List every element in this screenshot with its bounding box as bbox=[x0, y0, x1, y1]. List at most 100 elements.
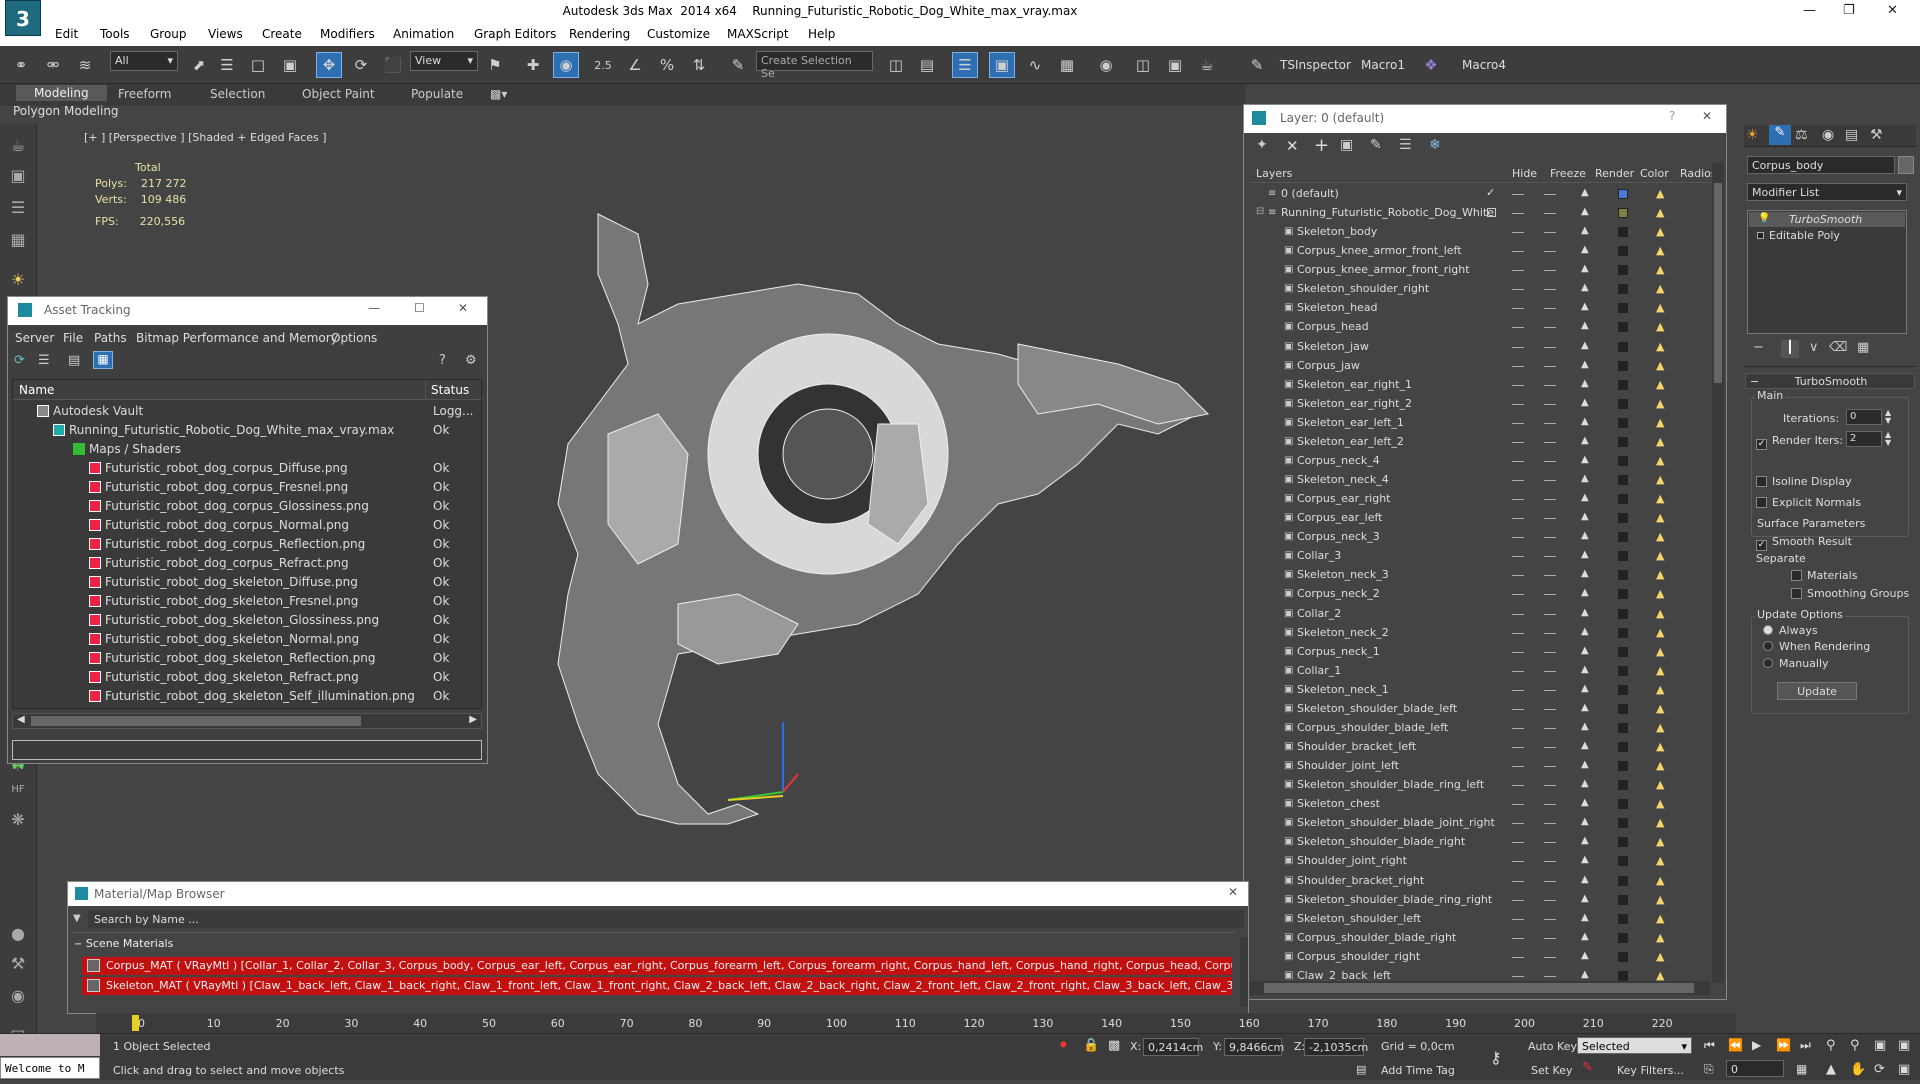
radiosity-icon[interactable]: ▲ bbox=[1656, 321, 1668, 333]
hide-toggle[interactable] bbox=[1512, 365, 1524, 367]
layer-color-swatch[interactable] bbox=[1618, 284, 1628, 295]
layer-color-swatch[interactable] bbox=[1618, 684, 1628, 695]
layer-color-swatch[interactable] bbox=[1618, 970, 1628, 981]
layer-color-swatch[interactable] bbox=[1618, 627, 1628, 638]
layer-row[interactable]: ▣ Skeleton_ear_right_1 ▲ ▲ bbox=[1254, 376, 1714, 395]
teapot-icon[interactable]: ☕ bbox=[6, 136, 30, 160]
hide-toggle[interactable] bbox=[1512, 918, 1524, 920]
list-view-icon[interactable]: ☰ bbox=[38, 353, 50, 368]
layer-color-swatch[interactable] bbox=[1618, 589, 1628, 600]
radiosity-icon[interactable]: ▲ bbox=[1656, 855, 1668, 867]
layer-row[interactable]: ▣ Skeleton_shoulder_blade_ring_left ▲ ▲ bbox=[1254, 776, 1714, 795]
radiosity-icon[interactable]: ▲ bbox=[1656, 512, 1668, 524]
grid-icon[interactable]: ▦ bbox=[6, 230, 30, 254]
modify-tab-icon[interactable]: ✎ bbox=[1769, 125, 1791, 145]
material-row[interactable]: Corpus_MAT ( VRayMtl ) [Collar_1, Collar… bbox=[82, 957, 1232, 975]
radiosity-icon[interactable]: ▲ bbox=[1656, 245, 1668, 257]
tsinspector-icon[interactable]: ✎ bbox=[1244, 52, 1270, 78]
hide-toggle[interactable] bbox=[1512, 937, 1524, 939]
render-teapot-icon[interactable]: ▲ bbox=[1581, 817, 1591, 827]
named-selection-input[interactable]: Create Selection Se bbox=[756, 51, 873, 80]
auto-key-button[interactable]: Auto Key bbox=[1528, 1040, 1577, 1053]
layer-color-swatch[interactable] bbox=[1618, 780, 1628, 791]
orbit-icon[interactable]: ⟳ bbox=[1874, 1062, 1885, 1077]
scene-materials-group[interactable]: − Scene Materials bbox=[74, 937, 173, 950]
hide-toggle[interactable] bbox=[1512, 499, 1524, 501]
hide-toggle[interactable] bbox=[1512, 403, 1524, 405]
viewport-label[interactable]: [+ ] [Perspective ] [Shaded + Edged Face… bbox=[84, 131, 327, 144]
radiosity-icon[interactable]: ▲ bbox=[1656, 340, 1668, 353]
render-teapot-icon[interactable]: ▲ bbox=[1581, 893, 1591, 904]
radiosity-icon[interactable]: ▲ bbox=[1656, 226, 1668, 238]
hide-toggle[interactable] bbox=[1512, 670, 1524, 672]
render-iters-toggle[interactable]: ✓ Render Iters: bbox=[1756, 434, 1843, 450]
menu-animation[interactable]: Animation bbox=[393, 27, 454, 41]
layer-row[interactable]: ▣ Collar_2 ▲ ▲ bbox=[1254, 605, 1714, 624]
render-teapot-icon[interactable]: ▲ bbox=[1581, 645, 1591, 656]
goto-start-icon[interactable]: ⏮ bbox=[1704, 1038, 1715, 1053]
menu-graph-editors[interactable]: Graph Editors bbox=[474, 27, 556, 41]
layer-row[interactable]: ▣ Corpus_knee_armor_front_left ▲ ▲ bbox=[1254, 242, 1714, 261]
edit-named-selection-icon[interactable]: ✎ bbox=[725, 52, 751, 78]
layer-color-swatch[interactable] bbox=[1618, 703, 1628, 714]
hide-toggle[interactable] bbox=[1512, 537, 1524, 539]
layer-color-swatch[interactable] bbox=[1618, 646, 1628, 657]
layer-row[interactable]: ▣ Corpus_ear_right ▲ ▲ bbox=[1254, 490, 1714, 509]
align-icon[interactable]: ▤ bbox=[914, 52, 940, 78]
radiosity-icon[interactable]: ▲ bbox=[1656, 664, 1668, 677]
layer-row[interactable]: ▣ Skeleton_neck_3 ▲ ▲ bbox=[1254, 566, 1714, 585]
freeze-toggle[interactable] bbox=[1544, 708, 1556, 710]
layer-row[interactable]: ▣ Skeleton_ear_right_2 ▲ ▲ bbox=[1254, 395, 1714, 414]
render-teapot-icon[interactable]: ▲ bbox=[1581, 264, 1591, 274]
layer-color-swatch[interactable] bbox=[1618, 513, 1628, 524]
radiosity-icon[interactable]: ▲ bbox=[1656, 397, 1668, 410]
container-icon[interactable]: ▣ bbox=[6, 166, 30, 190]
hide-toggle[interactable] bbox=[1512, 327, 1524, 329]
asset-row[interactable]: Futuristic_robot_dog_corpus_Fresnel.png O… bbox=[17, 478, 485, 497]
layer-row[interactable]: ▣ Corpus_neck_1 ▲ ▲ bbox=[1254, 643, 1714, 662]
render-teapot-icon[interactable]: ▲ bbox=[1581, 836, 1591, 846]
render-teapot-icon[interactable]: ▲ bbox=[1581, 493, 1591, 503]
freeze-toggle[interactable] bbox=[1544, 327, 1556, 329]
zoom-icon[interactable]: ⚲ bbox=[1826, 1038, 1836, 1053]
asset-tracking-titlebar[interactable]: Asset Tracking — ☐ ✕ bbox=[8, 297, 487, 325]
render-teapot-icon[interactable]: ▲ bbox=[1581, 950, 1591, 961]
radiosity-icon[interactable]: ▲ bbox=[1656, 912, 1668, 925]
tools-icon[interactable]: ⚒ bbox=[6, 954, 30, 978]
radiosity-icon[interactable]: ▲ bbox=[1656, 207, 1668, 219]
selection-filter-dropdown[interactable]: All ▾ bbox=[110, 51, 178, 71]
layer-color-swatch[interactable] bbox=[1618, 722, 1628, 733]
goto-end-icon[interactable]: ⏭ bbox=[1800, 1038, 1811, 1053]
z-coordinate[interactable]: -2,1035cm bbox=[1304, 1038, 1368, 1056]
render-teapot-icon[interactable]: ▲ bbox=[1581, 855, 1591, 865]
freeze-toggle[interactable] bbox=[1544, 346, 1556, 348]
layer-color-swatch[interactable] bbox=[1618, 799, 1628, 810]
play-icon[interactable]: ▶ bbox=[1752, 1038, 1761, 1052]
layer-row[interactable]: ▣ Corpus_jaw ▲ ▲ bbox=[1254, 357, 1714, 376]
radiosity-icon[interactable]: ▲ bbox=[1656, 626, 1668, 639]
tab-modeling[interactable]: Modeling bbox=[16, 85, 107, 101]
hide-toggle[interactable] bbox=[1512, 194, 1524, 195]
layer-row[interactable]: ▣ Shoulder_bracket_left ▲ ▲ bbox=[1254, 738, 1714, 757]
set-key-icon[interactable]: ✎ bbox=[1582, 1060, 1593, 1075]
menu-create[interactable]: Create bbox=[262, 27, 302, 41]
close-button[interactable]: ✕ bbox=[1887, 3, 1898, 18]
help-icon[interactable]: ? bbox=[1669, 109, 1675, 123]
menu-group[interactable]: Group bbox=[150, 27, 187, 41]
menu-views[interactable]: Views bbox=[208, 27, 243, 41]
hide-toggle[interactable] bbox=[1512, 899, 1524, 901]
menu-rendering[interactable]: Rendering bbox=[569, 27, 630, 41]
layer-color-swatch[interactable] bbox=[1618, 932, 1628, 943]
search-by-name-input[interactable]: Search by Name ... bbox=[88, 910, 1244, 928]
layer-row[interactable]: ▣ Corpus_shoulder_blade_left ▲ ▲ bbox=[1254, 719, 1714, 738]
link-icon[interactable]: ⚭ bbox=[8, 52, 34, 78]
hide-toggle[interactable] bbox=[1512, 804, 1524, 806]
layer-color-swatch[interactable] bbox=[1618, 913, 1628, 924]
explicit-normals-checkbox[interactable]: Explicit Normals bbox=[1756, 496, 1861, 509]
layer-hscrollbar[interactable] bbox=[1250, 981, 1710, 995]
material-browser-scrollbar[interactable] bbox=[1240, 937, 1248, 1007]
modifier-list-dropdown[interactable]: Modifier List ▾ bbox=[1747, 183, 1907, 201]
update-button[interactable]: Update bbox=[1777, 682, 1857, 700]
radiosity-icon[interactable]: ▲ bbox=[1656, 188, 1668, 200]
close-button[interactable]: ✕ bbox=[1702, 109, 1712, 123]
